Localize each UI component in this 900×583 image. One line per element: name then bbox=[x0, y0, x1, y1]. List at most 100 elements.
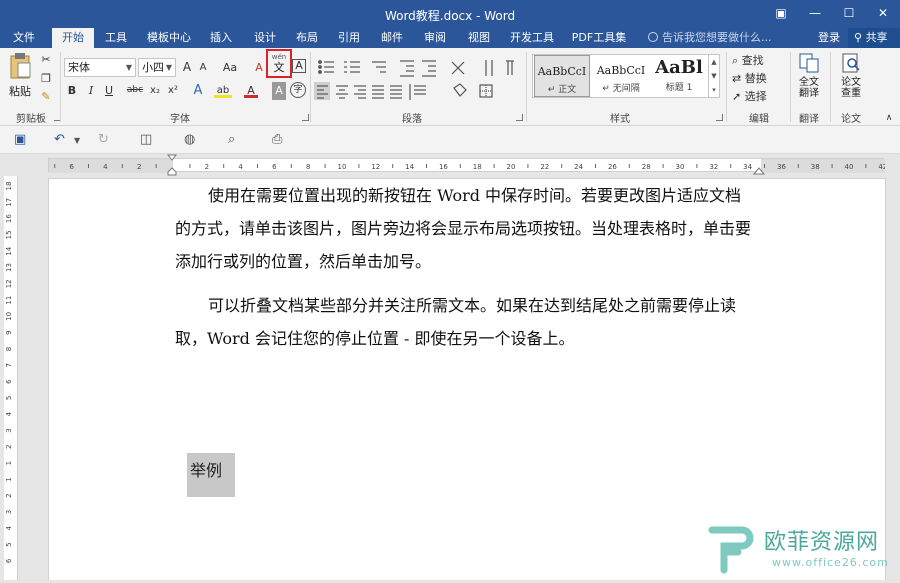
ribbon-display-options-button[interactable]: ▣ bbox=[764, 0, 798, 28]
indent-markers-icon[interactable] bbox=[164, 154, 180, 176]
italic-button[interactable]: I bbox=[84, 82, 98, 100]
example-textbox[interactable]: 举例 bbox=[187, 453, 235, 497]
paragraph-2[interactable]: 可以折叠文档某些部分并关注所需文本。如果在达到结尾处之前需要停止读取，Word … bbox=[175, 289, 755, 355]
thesis-check-button[interactable]: 论文 查重 bbox=[836, 52, 866, 99]
left-margin-area bbox=[49, 159, 173, 173]
bold-button[interactable]: B bbox=[65, 82, 79, 100]
login-link[interactable]: 登录 bbox=[818, 28, 840, 47]
vruler-label: 14 bbox=[5, 246, 13, 255]
styles-scroll[interactable]: ▲ ▼ ▾ bbox=[708, 55, 719, 97]
select-button[interactable]: ➚ 选择 bbox=[732, 88, 778, 106]
undo-icon[interactable]: ↶ bbox=[54, 132, 65, 147]
ruler-label: 28 bbox=[642, 163, 651, 171]
ruler-label: 6 bbox=[69, 163, 74, 171]
cut-icon[interactable]: ✂ bbox=[38, 51, 54, 69]
save-icon[interactable]: ▣ bbox=[14, 132, 26, 147]
strikethrough-button[interactable]: abc bbox=[124, 82, 146, 100]
right-indent-icon[interactable] bbox=[752, 154, 766, 176]
tab-layout[interactable]: 布局 bbox=[290, 28, 324, 48]
character-border-button[interactable]: A bbox=[292, 59, 306, 73]
phonetic-guide-button[interactable]: wén 文 bbox=[266, 49, 292, 78]
font-size-combo[interactable]: 小四 ▼ bbox=[138, 58, 176, 77]
tab-review[interactable]: 审阅 bbox=[418, 28, 452, 48]
full-text-translate-button[interactable]: 全文 翻译 bbox=[794, 52, 824, 99]
globe-icon[interactable]: ◍ bbox=[184, 132, 195, 147]
style-normal[interactable]: AaBbCcI ↵ 正文 bbox=[534, 55, 590, 97]
tab-design[interactable]: 设计 bbox=[248, 28, 282, 48]
font-name-value: 宋体 bbox=[68, 61, 90, 74]
style-name: ↵ 正文 bbox=[547, 85, 577, 95]
ruler-label: 42 bbox=[878, 163, 885, 171]
paragraph-1[interactable]: 使用在需要位置出现的新按钮在 Word 中保存时间。若要更改图片适应文档的方式，… bbox=[175, 179, 755, 278]
grow-font-button[interactable]: A bbox=[180, 59, 194, 77]
font-name-combo[interactable]: 宋体 ▼ bbox=[64, 58, 136, 77]
subscript-button[interactable]: x₂ bbox=[148, 82, 162, 100]
chinese-layout-icon bbox=[451, 61, 465, 75]
thesis-line1: 论文 bbox=[841, 77, 861, 88]
superscript-button[interactable]: x² bbox=[166, 82, 180, 100]
text-effects-button[interactable]: A bbox=[190, 82, 206, 100]
paragraph-group-label: 段落 bbox=[402, 114, 422, 125]
character-shading-button[interactable]: A bbox=[272, 82, 286, 100]
align-center-icon bbox=[336, 85, 348, 99]
text-effects-label: A bbox=[193, 83, 203, 98]
minimize-button[interactable]: — bbox=[798, 0, 832, 28]
maximize-button[interactable]: ☐ bbox=[832, 0, 866, 28]
two-pages-icon[interactable]: ◫ bbox=[140, 132, 152, 147]
tab-insert[interactable]: 插入 bbox=[204, 28, 238, 48]
tab-template-center[interactable]: 模板中心 bbox=[140, 28, 198, 48]
tab-tools[interactable]: 工具 bbox=[98, 28, 134, 48]
highlight-button[interactable]: ab bbox=[214, 82, 232, 98]
font-size-value: 小四 bbox=[142, 61, 164, 74]
change-case-button[interactable]: Aa bbox=[218, 59, 242, 77]
vruler-ticks: 181716151413121110987654321123456 bbox=[5, 182, 13, 564]
show-marks-icon bbox=[506, 60, 514, 75]
redo-icon[interactable]: ↻ bbox=[98, 132, 109, 147]
share-button[interactable]: ⚲ 共享 bbox=[848, 28, 900, 48]
clear-formatting-button[interactable]: A bbox=[252, 59, 266, 77]
font-color-button[interactable]: A bbox=[244, 82, 258, 98]
quick-access-toolbar: ▣ ↶ ▼ ↻ ◫ ◍ ⌕ ⎙ bbox=[0, 126, 900, 154]
customize-qat-icon[interactable]: ⎙ bbox=[272, 132, 282, 147]
font-launcher-icon[interactable] bbox=[302, 114, 309, 121]
enclose-characters-button[interactable]: 字 bbox=[290, 82, 306, 98]
ruler-label: 4 bbox=[238, 163, 243, 171]
ruler-label: 14 bbox=[405, 163, 414, 171]
increase-indent-icon bbox=[422, 60, 436, 77]
ruler-label: 2 bbox=[137, 163, 141, 171]
styles-launcher-icon[interactable] bbox=[716, 114, 723, 121]
close-button[interactable]: ✕ bbox=[866, 0, 900, 28]
print-preview-icon[interactable]: ⌕ bbox=[228, 132, 235, 147]
replace-button[interactable]: ⇄ 替换 bbox=[732, 70, 772, 88]
ruler-label: 26 bbox=[608, 163, 617, 171]
clear-formatting-label: A bbox=[255, 61, 263, 74]
group-divider bbox=[726, 52, 727, 122]
vruler-label: 5 bbox=[5, 542, 13, 546]
style-sample: AaBbCcI bbox=[537, 65, 587, 78]
tab-developer[interactable]: 开发工具 bbox=[506, 28, 558, 48]
sort-icon bbox=[485, 60, 493, 76]
tell-me-box[interactable]: 告诉我您想要做什么... bbox=[648, 28, 772, 48]
underline-button[interactable]: U bbox=[102, 82, 116, 100]
style-heading-1[interactable]: AaBl 标题 1 bbox=[652, 55, 706, 97]
tab-home[interactable]: 开始 bbox=[52, 28, 94, 48]
watermark-text: 欧菲资源网 bbox=[764, 530, 880, 555]
change-case-label: Aa bbox=[222, 61, 238, 74]
tab-pdf-tools[interactable]: PDF工具集 bbox=[566, 28, 632, 48]
shrink-font-button[interactable]: A bbox=[196, 59, 210, 77]
chevron-down-icon[interactable]: ▼ bbox=[74, 136, 80, 145]
paste-button[interactable]: 粘贴 bbox=[6, 52, 34, 104]
style-no-spacing[interactable]: AaBbCcI ↵ 无间隔 bbox=[592, 55, 650, 97]
tab-view[interactable]: 视图 bbox=[462, 28, 496, 48]
thesis-group-label: 论文 bbox=[841, 114, 861, 125]
paragraph-launcher-icon[interactable] bbox=[516, 114, 523, 121]
tab-file[interactable]: 文件 bbox=[4, 28, 44, 48]
ruler-label: 24 bbox=[574, 163, 583, 171]
tab-mailings[interactable]: 邮件 bbox=[374, 28, 410, 48]
format-painter-icon[interactable]: ✎ bbox=[38, 88, 54, 106]
copy-icon[interactable]: ❐ bbox=[38, 70, 54, 88]
tab-references[interactable]: 引用 bbox=[332, 28, 366, 48]
find-button[interactable]: ⌕ 查找 bbox=[732, 52, 772, 70]
enclose-characters-label: 字 bbox=[293, 85, 303, 95]
vruler-label: 2 bbox=[5, 493, 13, 497]
